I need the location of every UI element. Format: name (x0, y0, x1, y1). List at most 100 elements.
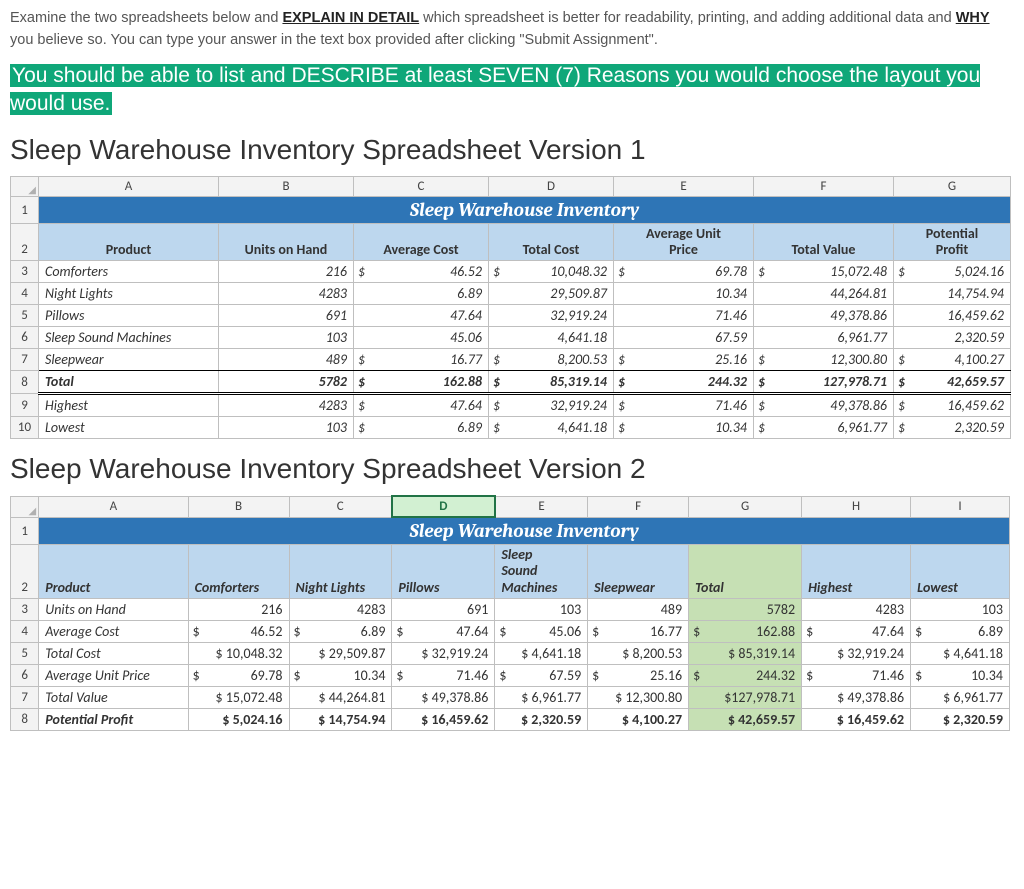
cell[interactable]: $ 44,264.81 (289, 686, 392, 708)
row-header[interactable]: 8 (11, 371, 39, 394)
cell[interactable]: 6,961.77 (754, 327, 894, 349)
column-header[interactable]: G (894, 177, 1011, 197)
cell[interactable]: 5782 (219, 371, 354, 394)
cell[interactable]: 244.32 (689, 664, 802, 686)
cell[interactable]: 46.52 (188, 620, 289, 642)
cell[interactable]: 44,264.81 (754, 283, 894, 305)
column-header[interactable]: E (614, 177, 754, 197)
cell[interactable]: 71.46 (802, 664, 911, 686)
cell[interactable]: $127,978.71 (689, 686, 802, 708)
cell[interactable]: 103 (911, 598, 1010, 620)
cell[interactable]: 45.06 (354, 327, 489, 349)
cell[interactable]: 216 (188, 598, 289, 620)
column-header[interactable]: F (588, 496, 689, 517)
cell[interactable]: $ 4,641.18 (495, 642, 588, 664)
cell[interactable]: 691 (219, 305, 354, 327)
column-header[interactable]: E (495, 496, 588, 517)
cell[interactable]: 42,659.57 (894, 371, 1011, 394)
cell[interactable]: 10.34 (614, 283, 754, 305)
column-header[interactable]: H (802, 496, 911, 517)
cell[interactable]: $ 10,048.32 (188, 642, 289, 664)
cell[interactable]: $ 5,024.16 (188, 708, 289, 730)
cell[interactable]: 71.46 (614, 394, 754, 417)
row-header[interactable]: 5 (11, 642, 39, 664)
cell[interactable]: 4283 (802, 598, 911, 620)
cell[interactable]: 691 (392, 598, 495, 620)
cell[interactable]: $ 2,320.59 (495, 708, 588, 730)
column-header[interactable]: A (39, 496, 188, 517)
cell[interactable]: $ 32,919.24 (392, 642, 495, 664)
cell[interactable]: $ 49,378.86 (392, 686, 495, 708)
cell[interactable]: $ 12,300.80 (588, 686, 689, 708)
cell[interactable]: 47.64 (354, 394, 489, 417)
cell[interactable]: 5,024.16 (894, 261, 1011, 283)
cell[interactable]: 16.77 (354, 349, 489, 371)
row-header[interactable]: 9 (11, 394, 39, 417)
cell[interactable]: 12,300.80 (754, 349, 894, 371)
column-header[interactable]: B (219, 177, 354, 197)
cell[interactable]: 46.52 (354, 261, 489, 283)
row-label[interactable]: Potential Profit (39, 708, 188, 730)
column-header[interactable]: I (911, 496, 1010, 517)
cell[interactable]: $ 16,459.62 (802, 708, 911, 730)
cell[interactable]: 32,919.24 (489, 394, 614, 417)
column-header[interactable]: C (289, 496, 392, 517)
cell[interactable]: 14,754.94 (894, 283, 1011, 305)
cell[interactable]: $ 2,320.59 (911, 708, 1010, 730)
row-header[interactable]: 6 (11, 664, 39, 686)
cell[interactable]: 6.89 (354, 417, 489, 439)
select-all-corner[interactable] (11, 177, 39, 197)
cell[interactable]: $ 15,072.48 (188, 686, 289, 708)
row-header[interactable]: 8 (11, 708, 39, 730)
column-header[interactable]: C (354, 177, 489, 197)
cell[interactable]: 4,641.18 (489, 327, 614, 349)
cell[interactable]: Sleepwear (39, 349, 219, 371)
column-header[interactable]: A (39, 177, 219, 197)
cell[interactable]: $ 32,919.24 (802, 642, 911, 664)
cell[interactable]: 67.59 (614, 327, 754, 349)
row-header[interactable]: 7 (11, 686, 39, 708)
cell[interactable]: 103 (219, 327, 354, 349)
cell[interactable]: $ 29,509.87 (289, 642, 392, 664)
row-header[interactable]: 7 (11, 349, 39, 371)
row-header[interactable]: 3 (11, 598, 39, 620)
row-header[interactable]: 4 (11, 620, 39, 642)
cell[interactable]: Sleep Sound Machines (39, 327, 219, 349)
cell[interactable]: 2,320.59 (894, 417, 1011, 439)
cell[interactable]: 4283 (289, 598, 392, 620)
row-label[interactable]: Units on Hand (39, 598, 188, 620)
row-header[interactable]: 6 (11, 327, 39, 349)
cell[interactable]: 47.64 (354, 305, 489, 327)
column-header[interactable]: G (689, 496, 802, 517)
cell[interactable]: 8,200.53 (489, 349, 614, 371)
column-header[interactable]: B (188, 496, 289, 517)
cell[interactable]: $ 4,641.18 (911, 642, 1010, 664)
cell[interactable]: 6.89 (354, 283, 489, 305)
cell[interactable]: 32,919.24 (489, 305, 614, 327)
cell[interactable]: 10.34 (614, 417, 754, 439)
cell[interactable]: 47.64 (392, 620, 495, 642)
cell[interactable]: 49,378.86 (754, 305, 894, 327)
cell[interactable]: 25.16 (614, 349, 754, 371)
cell[interactable]: $ 16,459.62 (392, 708, 495, 730)
cell[interactable]: 6,961.77 (754, 417, 894, 439)
cell[interactable]: 162.88 (354, 371, 489, 394)
cell[interactable]: 47.64 (802, 620, 911, 642)
column-header[interactable]: D (489, 177, 614, 197)
cell[interactable]: $ 42,659.57 (689, 708, 802, 730)
cell[interactable]: 4,100.27 (894, 349, 1011, 371)
cell[interactable]: $ 4,100.27 (588, 708, 689, 730)
row-header[interactable]: 3 (11, 261, 39, 283)
cell[interactable]: 15,072.48 (754, 261, 894, 283)
row-label[interactable]: Total Cost (39, 642, 188, 664)
row-label[interactable]: Average Unit Price (39, 664, 188, 686)
cell[interactable]: 489 (219, 349, 354, 371)
cell[interactable]: $ 85,319.14 (689, 642, 802, 664)
row-header[interactable]: 4 (11, 283, 39, 305)
cell[interactable]: 67.59 (495, 664, 588, 686)
cell[interactable]: 71.46 (392, 664, 495, 686)
cell[interactable]: 4283 (219, 283, 354, 305)
row-label[interactable]: Total Value (39, 686, 188, 708)
cell[interactable]: 29,509.87 (489, 283, 614, 305)
column-header[interactable]: D (392, 496, 495, 517)
